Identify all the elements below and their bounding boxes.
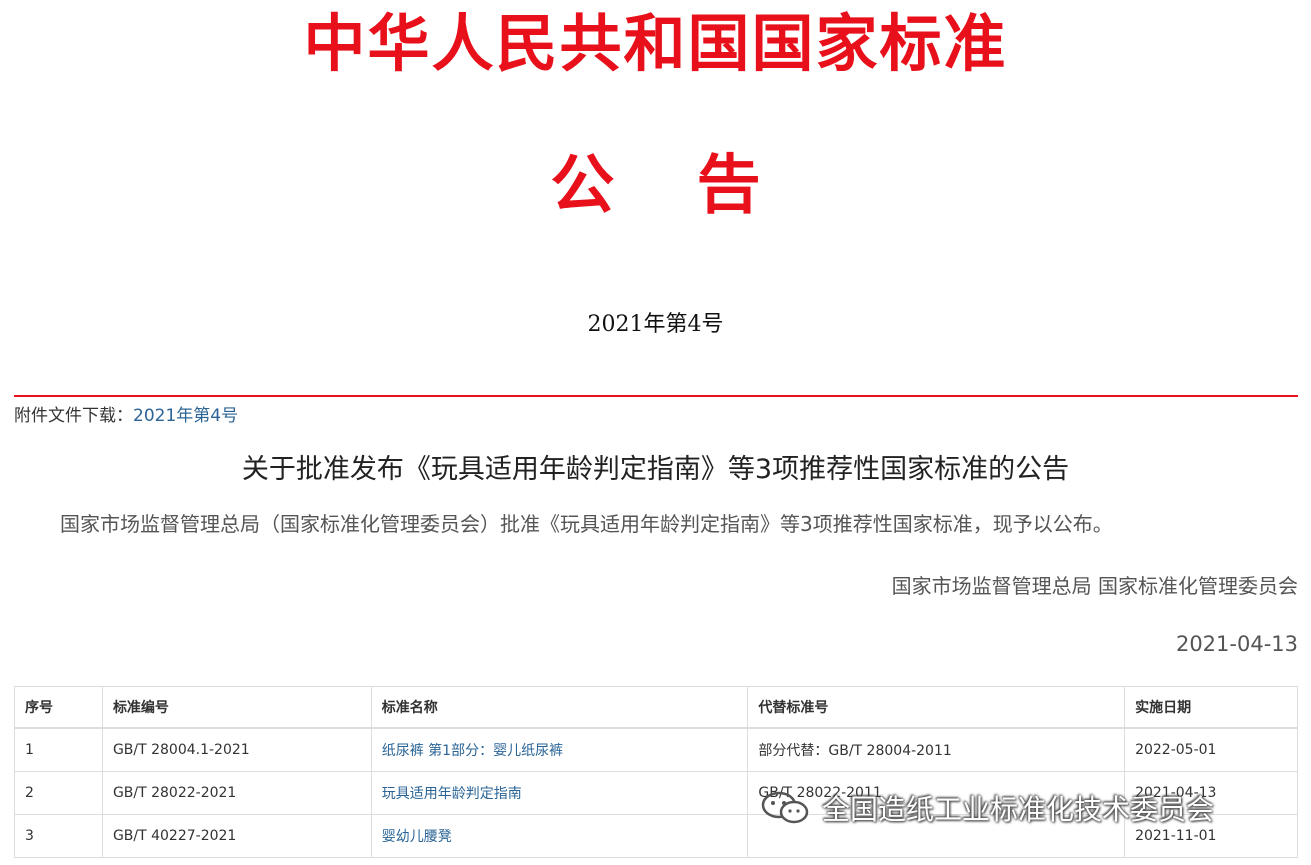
attachment-download-link[interactable]: 2021年第4号 (133, 406, 238, 426)
header-code: 标准编号 (101, 686, 372, 729)
attachment-label: 附件文件下载： (14, 406, 133, 426)
wechat-watermark: 全国造纸工业标准化技术委员会 (760, 786, 1214, 830)
notice-heading: 公 告 (550, 148, 761, 223)
announcement-body: 国家市场监督管理总局（国家标准化管理委员会）批准《玩具适用年龄判定指南》等3项推… (60, 512, 1113, 536)
red-divider (14, 395, 1298, 397)
table-header-row: 序号 标准编号 标准名称 代替标准号 实施日期 (14, 686, 1298, 729)
header-replaces: 代替标准号 (747, 686, 1126, 729)
attachment-row: 附件文件下载：2021年第4号 (14, 401, 238, 426)
cell-no: 3 (14, 814, 103, 858)
cell-name-link[interactable]: 玩具适用年龄判定指南 (370, 771, 749, 815)
header-no: 序号 (14, 686, 103, 729)
cell-code: GB/T 28022-2021 (101, 771, 372, 815)
table-row: 1 GB/T 28004.1-2021 纸尿裤 第1部分：婴儿纸尿裤 部分代替：… (14, 727, 1298, 772)
header-date: 实施日期 (1124, 686, 1298, 729)
header-name: 标准名称 (370, 686, 749, 729)
wechat-icon (761, 791, 809, 824)
cell-code: GB/T 28004.1-2021 (101, 727, 372, 772)
cell-name-link[interactable]: 纸尿裤 第1部分：婴儿纸尿裤 (370, 727, 749, 772)
issue-date: 2021-04-13 (1175, 632, 1298, 656)
cell-no: 1 (14, 727, 103, 772)
announcement-title: 关于批准发布《玩具适用年龄判定指南》等3项推荐性国家标准的公告 (241, 454, 1070, 485)
cell-code: GB/T 40227-2021 (101, 814, 372, 858)
issuer-signature: 国家市场监督管理总局 国家标准化管理委员会 (891, 574, 1298, 598)
standards-table: 序号 标准编号 标准名称 代替标准号 实施日期 1 GB/T 28004.1-2… (14, 686, 1298, 858)
cell-name-link[interactable]: 婴幼儿腰凳 (370, 814, 749, 858)
cell-no: 2 (14, 771, 103, 815)
cell-replaces: 部分代替：GB/T 28004-2011 (747, 727, 1126, 772)
watermark-text: 全国造纸工业标准化技术委员会 (822, 793, 1215, 826)
issue-number: 2021年第4号 (587, 312, 724, 337)
cell-date: 2022-05-01 (1124, 727, 1298, 772)
masthead-title: 中华人民共和国国家标准 (303, 7, 1008, 80)
